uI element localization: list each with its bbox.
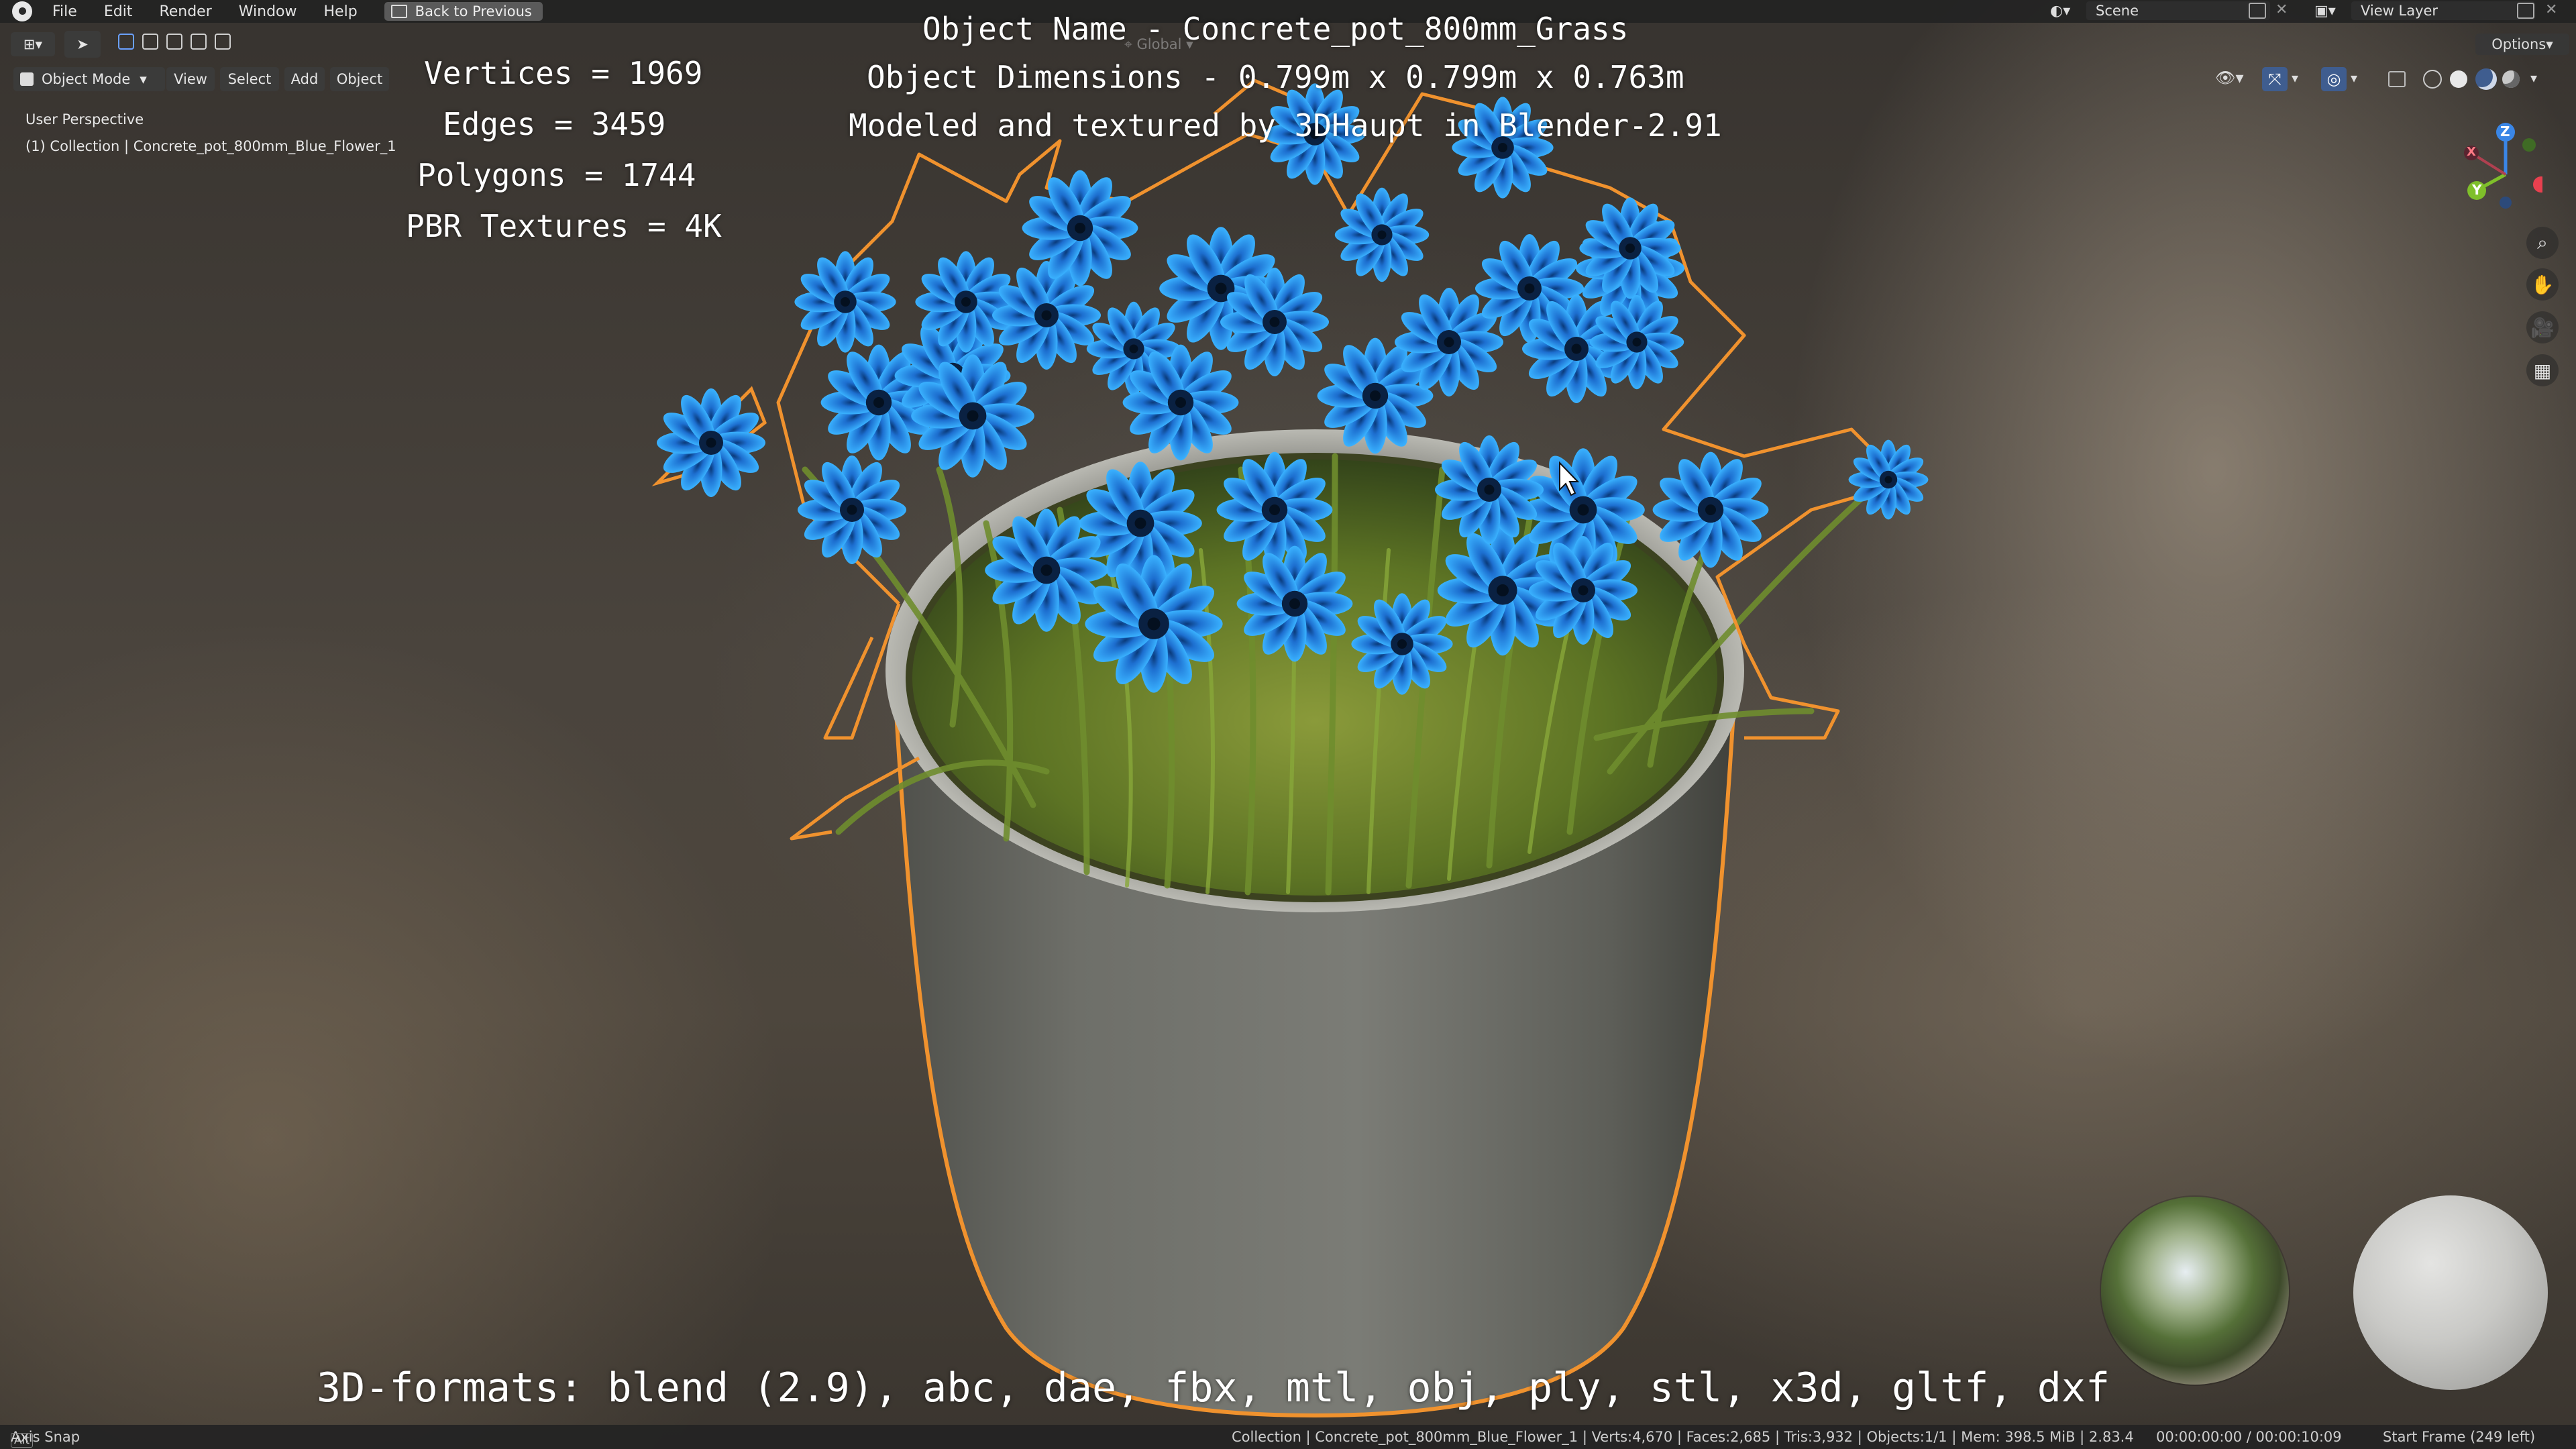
view-menu-button[interactable]: View (166, 67, 215, 91)
cursor-arrow-icon: ➤ (76, 36, 89, 52)
axis-gizmo-icon (2464, 123, 2549, 209)
scene-copy-icon[interactable] (2249, 3, 2266, 19)
pbr-textures: PBR Textures = 4K (406, 208, 722, 244)
scene-selector-icon[interactable]: ◐▾ (2050, 3, 2080, 20)
add-menu-button[interactable]: Add (284, 67, 325, 91)
menu-window[interactable]: Window (225, 3, 311, 20)
view-layer-icon[interactable]: ▣▾ (2314, 3, 2344, 20)
hand-icon: ✋ (2530, 273, 2555, 296)
add-menu-label: Add (290, 71, 319, 87)
alt-key-badge: Alt (11, 1433, 34, 1448)
options-label: Options (2491, 36, 2546, 52)
object-mode-label: Object Mode (42, 71, 131, 87)
pan-view-button[interactable]: ✋ (2526, 268, 2559, 301)
editor-type-icon: ⊞▾ (23, 36, 43, 52)
timecode: 00:00:00:00 / 00:00:10:09 (2156, 1429, 2342, 1445)
active-collection-label: (1) Collection | Concrete_pot_800mm_Blue… (25, 138, 396, 154)
camera-view-button[interactable]: 🎥 (2526, 311, 2559, 343)
grid-icon: ▦ (2533, 359, 2552, 382)
gizmo-z-label: Z (2500, 123, 2510, 140)
select-extend-icon[interactable] (142, 34, 158, 50)
menu-file[interactable]: File (39, 3, 91, 20)
perspective-toggle-button[interactable]: ▦ (2526, 354, 2559, 386)
view-layer-close-icon[interactable]: ✕ (2545, 1, 2557, 18)
object-dimensions-text: Object Dimensions - 0.799m x 0.799m x 0.… (867, 59, 1684, 95)
vertices-count: Vertices = 1969 (424, 55, 703, 91)
polygons-count: Polygons = 1744 (417, 157, 696, 193)
formats-text: 3D-formats: blend (2.9), abc, dae, fbx, … (317, 1364, 2110, 1411)
select-tool-button[interactable]: ➤ (64, 31, 101, 58)
chevron-down-icon: ▾ (140, 71, 147, 87)
view-perspective-label: User Perspective (25, 111, 144, 127)
menu-help[interactable]: Help (311, 3, 371, 20)
select-subtract-icon[interactable] (166, 34, 182, 50)
scene-close-icon[interactable]: ✕ (2275, 1, 2288, 18)
gizmo-dropdown-icon[interactable]: ▾ (2292, 70, 2298, 86)
select-menu-label: Select (227, 71, 272, 87)
select-menu-button[interactable]: Select (220, 67, 279, 91)
object-menu-label: Object (336, 71, 383, 87)
navigation-gizmo[interactable]: Z Y X (2435, 114, 2549, 221)
credit-text: Modeled and textured by 3DHaupt in Blend… (849, 107, 1722, 144)
overlay-toggle-icon[interactable]: ◎ (2321, 67, 2347, 91)
editor-type-button[interactable]: ⊞▾ (11, 32, 55, 56)
gizmo-x-label: X (2467, 145, 2476, 159)
screen-back-icon (390, 5, 407, 18)
solid-shading-icon[interactable] (2450, 70, 2467, 88)
object-mode-icon (20, 72, 34, 86)
scene-field[interactable]: Scene (2086, 1, 2270, 20)
view-layer-copy-icon[interactable] (2517, 3, 2534, 19)
gizmo-y-label: Y (2472, 182, 2482, 198)
back-to-previous-button[interactable]: Back to Previous (384, 2, 543, 21)
hdri-reflection-sphere (2101, 1197, 2289, 1385)
blender-logo-icon[interactable] (12, 1, 32, 21)
statusbar-hint: Alt Axis Snap (11, 1429, 80, 1448)
select-new-icon[interactable] (118, 34, 134, 50)
view-layer-field[interactable]: View Layer (2351, 1, 2535, 20)
object-menu-button[interactable]: Object (330, 67, 389, 91)
shading-dropdown-icon[interactable]: ▾ (2530, 70, 2537, 86)
menu-edit[interactable]: Edit (91, 3, 146, 20)
rendered-shading-icon[interactable] (2502, 70, 2520, 88)
scene-name: Scene (2096, 3, 2139, 19)
menu-render[interactable]: Render (146, 3, 225, 20)
magnifier-icon: ⌕ (2537, 231, 2548, 254)
view-layer-name: View Layer (2361, 3, 2438, 19)
hdri-diffuse-sphere (2353, 1195, 2548, 1390)
start-frame-info: Start Frame (249 left) (2383, 1429, 2536, 1445)
select-difference-icon[interactable] (191, 34, 207, 50)
edges-count: Edges = 3459 (443, 106, 666, 142)
gizmo-toggle-icon[interactable]: ⤧ (2262, 67, 2288, 91)
back-to-previous-label: Back to Previous (415, 3, 532, 19)
wireframe-shading-icon[interactable] (2423, 70, 2442, 89)
scene-statistics: Collection | Concrete_pot_800mm_Blue_Flo… (1232, 1429, 2134, 1445)
visibility-dropdown-icon[interactable]: 👁▾ (2215, 68, 2244, 87)
object-name-text: Object Name - Concrete_pot_800mm_Grass (922, 11, 1629, 47)
camera-icon: 🎥 (2530, 316, 2555, 339)
xray-toggle-icon[interactable] (2388, 71, 2406, 87)
zoom-view-button[interactable]: ⌕ (2526, 227, 2559, 259)
select-intersect-icon[interactable] (215, 34, 231, 50)
material-preview-shading-icon[interactable] (2475, 68, 2497, 90)
options-button[interactable]: Options ▾ (2475, 34, 2569, 55)
overlay-dropdown-icon[interactable]: ▾ (2351, 70, 2357, 86)
view-menu-label: View (174, 71, 207, 87)
object-mode-dropdown[interactable]: Object Mode ▾ (13, 67, 165, 91)
selection-mode-group (118, 34, 231, 50)
status-bar: Alt Axis Snap Collection | Concrete_pot_… (0, 1425, 2576, 1449)
